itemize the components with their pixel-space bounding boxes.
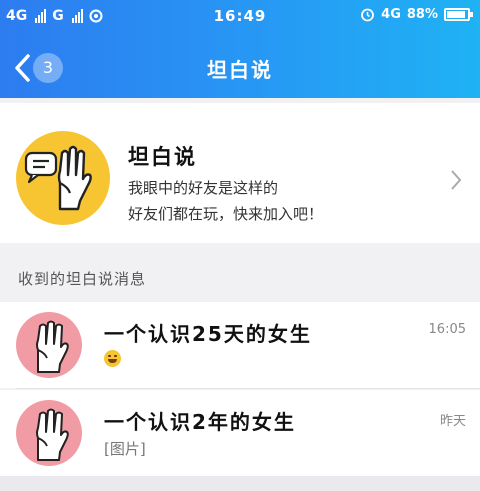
battery-text: 88% <box>406 7 438 22</box>
message-time: 16:05 <box>428 322 466 337</box>
page-title: 坦白说 <box>207 58 273 82</box>
status-right: 4G 88% <box>360 7 473 22</box>
laughing-emoji-icon <box>104 350 121 367</box>
hand-avatar-icon <box>16 400 82 466</box>
title-bar: 3 坦白说 <box>0 40 480 94</box>
hand-avatar-icon <box>16 312 82 378</box>
chevron-right-icon <box>451 170 462 190</box>
confession-logo-icon <box>16 131 110 225</box>
bottom-strip <box>0 476 480 491</box>
header: 4G G 16:49 4G 88% 3 坦白说 <box>0 0 480 98</box>
list-item[interactable]: 一个认识2年的女生 昨天 [图片] <box>0 390 480 476</box>
intro-desc-line-1: 我眼中的好友是这样的 <box>128 179 279 197</box>
section-label: 收到的坦白说消息 <box>18 270 147 288</box>
message-title: 一个认识25天的女生 <box>104 322 312 346</box>
divider <box>16 388 480 389</box>
network-label-3: 4G <box>381 7 401 22</box>
battery-level <box>447 11 465 18</box>
message-preview: [图片] <box>104 440 146 458</box>
intro-card[interactable]: 坦白说 我眼中的好友是这样的 好友们都在玩，快来加入吧！ <box>0 103 480 243</box>
list-item[interactable]: 一个认识25天的女生 16:05 <box>0 302 480 388</box>
message-time: 昨天 <box>439 414 466 429</box>
alarm-icon <box>361 8 375 22</box>
intro-title: 坦白说 <box>128 145 197 169</box>
intro-description: 我眼中的好友是这样的 好友们都在玩，快来加入吧！ <box>128 175 418 227</box>
battery-icon <box>444 8 473 21</box>
message-title: 一个认识2年的女生 <box>104 410 296 434</box>
intro-desc-line-2: 好友们都在玩，快来加入吧！ <box>128 205 324 223</box>
status-bar: 4G G 16:49 4G 88% <box>0 0 480 34</box>
